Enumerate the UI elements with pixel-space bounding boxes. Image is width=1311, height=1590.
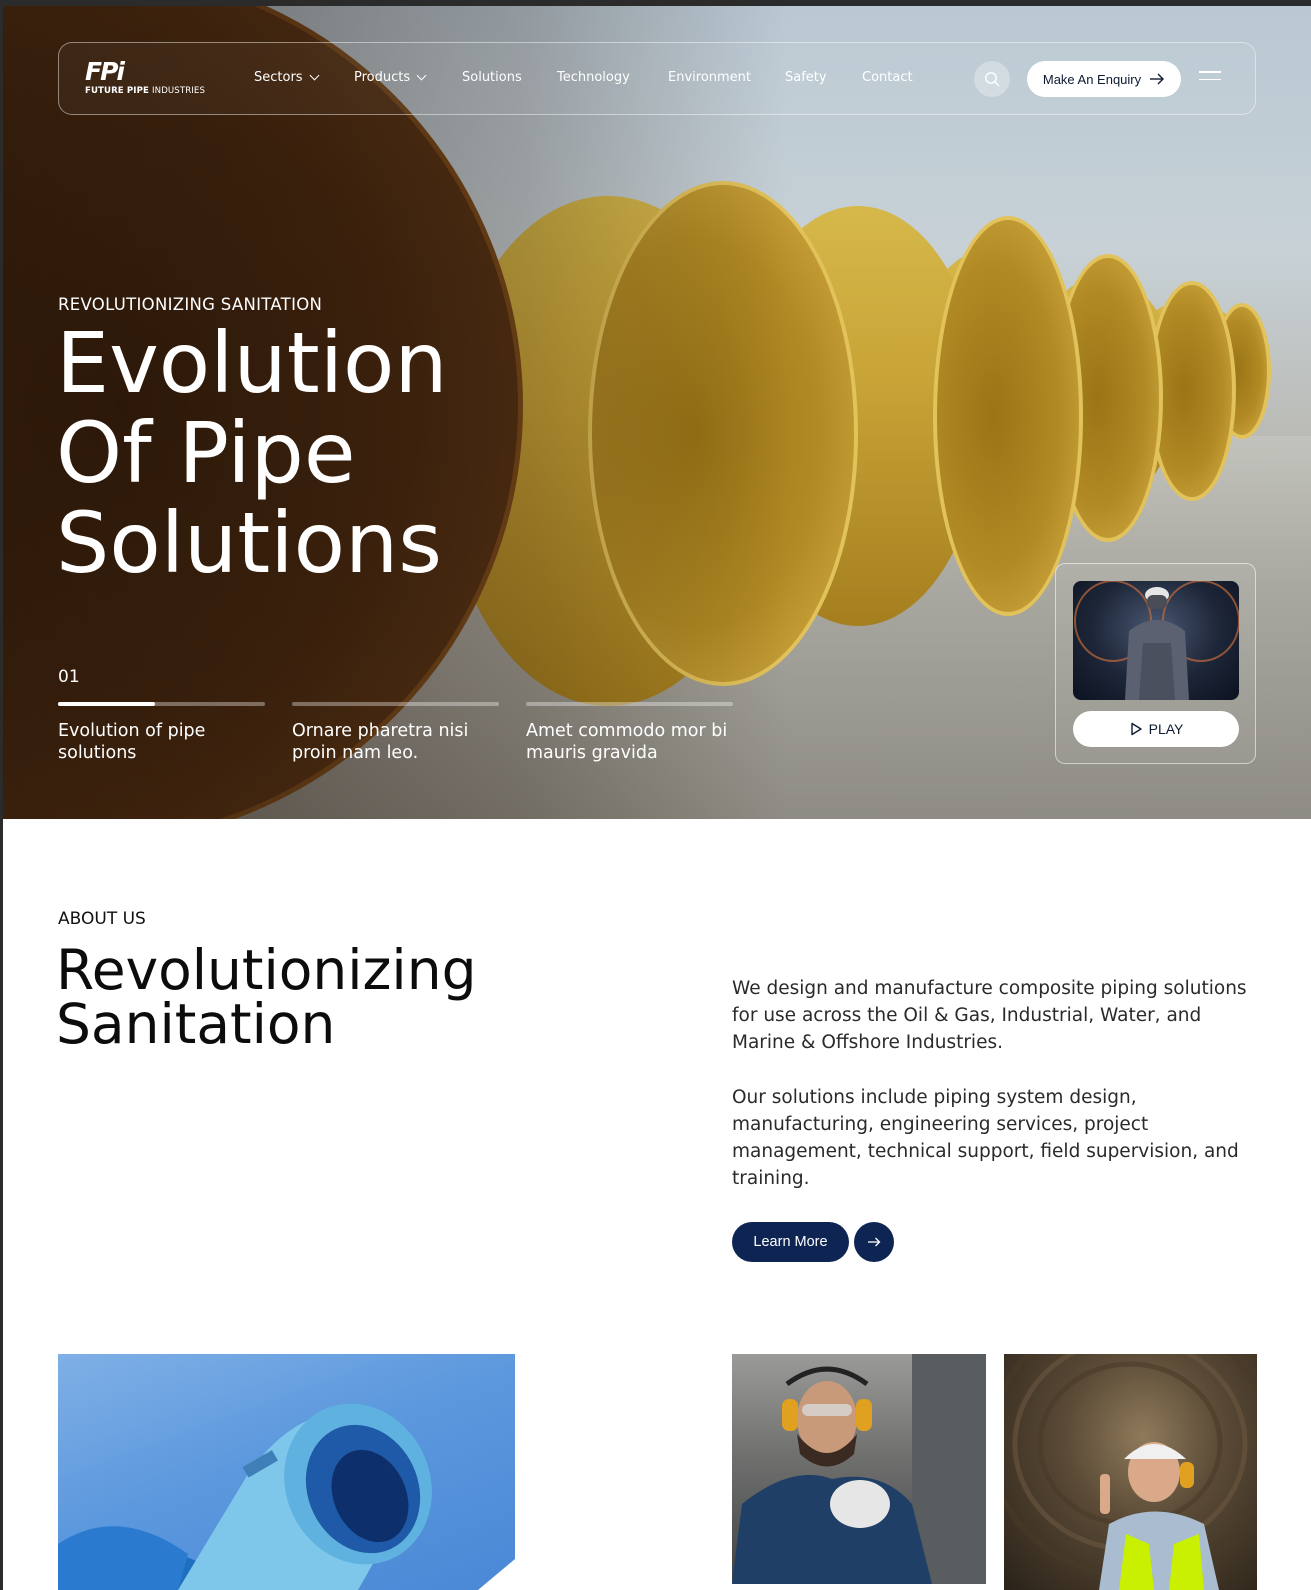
nav-item-safety[interactable]: Safety — [785, 70, 862, 85]
chevron-down-icon — [309, 70, 320, 80]
slide-caption: Amet commodo mor bi mauris gravida — [526, 721, 728, 763]
worker-inside-pipe-image — [1004, 1354, 1257, 1590]
learn-more-arrow-button[interactable] — [854, 1222, 894, 1262]
slide-tab-2[interactable]: Ornare pharetra nisi proin nam leo. — [292, 702, 499, 764]
learn-more-button[interactable]: Learn More — [732, 1222, 849, 1262]
about-paragraph-1: We design and manufacture composite pipi… — [732, 978, 1247, 1053]
about-eyebrow: ABOUT US — [58, 909, 146, 929]
arrow-right-icon — [868, 1237, 881, 1247]
make-enquiry-button[interactable]: Make An Enquiry — [1027, 61, 1181, 97]
about-title-line-2: Sanitation — [56, 992, 336, 1056]
video-thumbnail[interactable] — [1073, 581, 1239, 700]
search-icon — [985, 72, 1000, 87]
arrow-right-icon — [1150, 73, 1165, 85]
hero-slides: Evolution of pipe solutions Ornare phare… — [58, 702, 733, 764]
hero-title: Evolution Of Pipe Solutions — [56, 318, 616, 588]
slide-tab-3[interactable]: Amet commodo mor bi mauris gravida — [526, 702, 733, 764]
about-title: Revolutionizing Sanitation — [56, 938, 576, 1056]
logo-wordmark-light: INDUSTRIES — [152, 86, 205, 96]
nav-item-label: Products — [354, 70, 411, 85]
worker-illustration-2 — [1004, 1354, 1257, 1590]
nav-item-contact[interactable]: Contact — [862, 70, 942, 85]
hamburger-menu-icon[interactable] — [1199, 71, 1221, 87]
slide-progress-fill — [58, 702, 156, 706]
slide-tab-1[interactable]: Evolution of pipe solutions — [58, 702, 265, 764]
video-card: PLAY — [1055, 563, 1256, 764]
top-navigation: FPi FUTURE PIPE INDUSTRIES Sectors Produ… — [58, 42, 1256, 115]
nav-item-label: Technology — [557, 70, 630, 85]
fpi-logo[interactable]: FPi FUTURE PIPE INDUSTRIES — [85, 59, 215, 101]
chevron-down-icon — [416, 70, 427, 80]
play-button[interactable]: PLAY — [1073, 711, 1239, 747]
slide-number: 01 — [58, 667, 80, 687]
logo-mark: FPi — [85, 57, 125, 86]
about-paragraph-2: Our solutions include piping system desi… — [732, 1087, 1239, 1189]
hero-title-line-3: Solutions — [56, 494, 442, 592]
logo-wordmark: FUTURE PIPE INDUSTRIES — [85, 86, 215, 96]
nav-item-sectors[interactable]: Sectors — [254, 70, 354, 85]
nav-item-environment[interactable]: Environment — [668, 70, 785, 85]
blue-pipes-illustration — [58, 1403, 515, 1590]
about-title-line-1: Revolutionizing — [56, 938, 477, 1002]
nav-item-label: Environment — [668, 70, 752, 85]
slide-caption: Ornare pharetra nisi proin nam leo. — [292, 721, 469, 763]
slide-caption: Evolution of pipe solutions — [58, 721, 206, 763]
blue-pipes-image — [58, 1354, 515, 1590]
nav-item-products[interactable]: Products — [354, 70, 462, 85]
slide-progress-track — [58, 702, 265, 706]
nav-item-solutions[interactable]: Solutions — [462, 70, 557, 85]
nav-item-label: Solutions — [462, 70, 522, 85]
play-label: PLAY — [1148, 721, 1184, 737]
nav-item-technology[interactable]: Technology — [557, 70, 668, 85]
window-left-border — [0, 0, 3, 1590]
nav-item-label: Safety — [785, 70, 827, 85]
hero-title-line-2: Of Pipe — [56, 404, 356, 502]
play-icon — [1130, 722, 1142, 736]
search-button[interactable] — [974, 61, 1010, 97]
worker-illustration-1 — [732, 1354, 986, 1584]
hero-eyebrow: REVOLUTIONIZING SANITATION — [58, 295, 323, 314]
slide-progress-track — [526, 702, 733, 706]
slide-progress-track — [292, 702, 499, 706]
worker-silhouette-image — [1074, 581, 1239, 700]
nav-item-label: Sectors — [254, 70, 303, 85]
hero-section: FPi FUTURE PIPE INDUSTRIES Sectors Produ… — [3, 6, 1311, 819]
nav-links: Sectors Products Solutions Technology En… — [254, 70, 942, 85]
nav-item-label: Contact — [862, 70, 913, 85]
logo-wordmark-bold: FUTURE PIPE — [85, 86, 149, 96]
worker-with-earmuffs-image — [732, 1354, 986, 1584]
enquiry-label: Make An Enquiry — [1042, 71, 1142, 87]
hero-title-line-1: Evolution — [56, 314, 448, 412]
